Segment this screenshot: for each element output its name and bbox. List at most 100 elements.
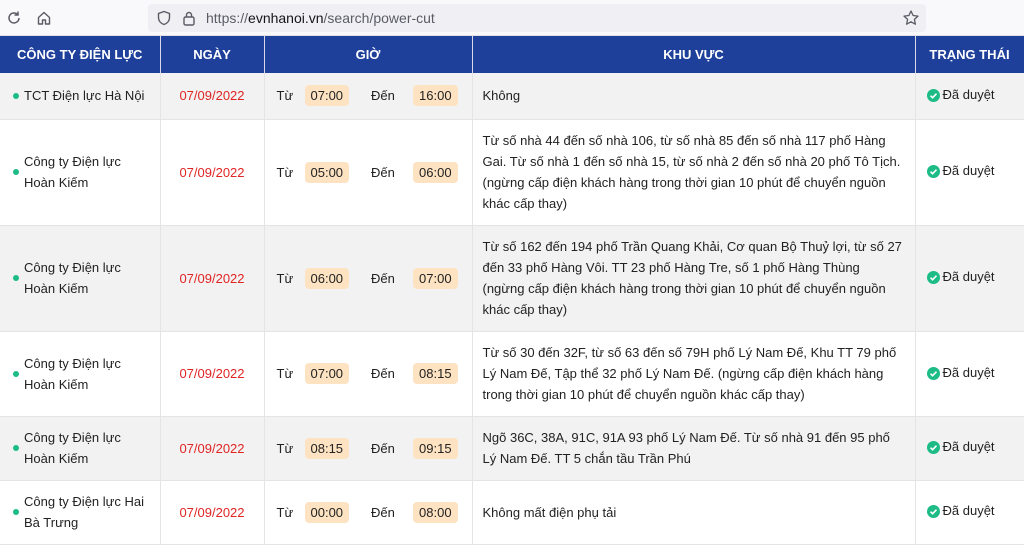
from-label: Từ (276, 270, 294, 286)
company-cell: Công ty Điện lực Hoàn Kiếm (0, 119, 161, 226)
date-cell: 07/09/2022 (160, 480, 265, 545)
from-label: Từ (276, 88, 294, 104)
header-status: TRẠNG THÁI (915, 36, 1024, 73)
check-circle-icon (926, 165, 940, 181)
company-name: Công ty Điện lực Hoàn Kiếm (24, 355, 121, 392)
to-label: Đến (371, 164, 395, 180)
url-prefix: https:// (206, 10, 249, 26)
status-text: Đã duyệt (942, 86, 995, 102)
table-row: Công ty Điện lực Hoàn Kiếm 07/09/2022 Từ… (0, 331, 1024, 417)
from-label: Từ (276, 164, 294, 180)
from-label: Từ (276, 440, 294, 456)
to-time-badge: 08:15 (413, 363, 458, 384)
url-host: evnhanoi.vn (248, 10, 324, 26)
date-cell: 07/09/2022 (160, 416, 265, 481)
to-time-badge: 08:00 (413, 501, 458, 523)
time-cell: Từ 00:00 Đến 08:00 (264, 480, 473, 545)
status-text: Đã duyệt (942, 163, 995, 178)
company-cell: Công ty Điện lực Hoàn Kiếm (0, 225, 161, 332)
company-name: Công ty Điện lực Hoàn Kiếm (24, 260, 121, 296)
area-cell: Không mất điện phụ tải (472, 480, 916, 545)
from-time-badge: 07:00 (304, 363, 350, 384)
refresh-icon[interactable] (0, 4, 28, 32)
company-cell: TCT Điện lực Hà Nội (0, 73, 161, 120)
status-cell: Đã duyệt (915, 331, 1024, 417)
time-cell: Từ 05:00 Đến 06:00 (264, 119, 473, 226)
url-path: /search/power-cut (323, 10, 435, 26)
table-row: Công ty Điện lực Hoàn Kiếm 07/09/2022 Từ… (0, 119, 1024, 226)
time-cell: Từ 07:00 Đến 16:00 (264, 73, 473, 120)
to-label: Đến (371, 366, 395, 381)
from-label: Từ (276, 504, 294, 520)
date-cell: 07/09/2022 (160, 119, 265, 226)
power-cut-table: CÔNG TY ĐIỆN LỰC NGÀY GIỜ KHU VỰC TRẠNG … (0, 36, 1024, 545)
url-text[interactable]: https://evnhanoi.vn/search/power-cut (206, 10, 435, 26)
star-icon[interactable] (902, 9, 920, 32)
table-row: Công ty Điện lực Hoàn Kiếm 07/09/2022 Từ… (0, 225, 1024, 332)
to-time-badge: 07:00 (413, 267, 458, 289)
from-time-badge: 06:00 (304, 267, 350, 289)
table-row: Công ty Điện lực Hai Bà Trưng 07/09/2022… (0, 480, 1024, 545)
status-text: Đã duyệt (942, 439, 995, 454)
header-area: KHU VỰC (472, 36, 916, 73)
date-cell: 07/09/2022 (160, 331, 265, 417)
status-cell: Đã duyệt (915, 119, 1024, 226)
company-cell: Công ty Điện lực Hai Bà Trưng (0, 480, 161, 545)
company-cell: Công ty Điện lực Hoàn Kiếm (0, 416, 161, 481)
status-cell: Đã duyệt (915, 73, 1024, 120)
to-label: Đến (371, 88, 395, 104)
company-cell: Công ty Điện lực Hoàn Kiếm (0, 331, 161, 417)
table-row: Công ty Điện lực Hoàn Kiếm 07/09/2022 Từ… (0, 416, 1024, 481)
check-circle-icon (926, 366, 940, 383)
home-icon[interactable] (30, 4, 58, 32)
header-company: CÔNG TY ĐIỆN LỰC (0, 36, 161, 73)
company-name: Công ty Điện lực Hai Bà Trưng (24, 494, 144, 530)
status-dot-icon (13, 370, 19, 377)
from-time-badge: 00:00 (304, 501, 350, 523)
url-bar[interactable]: https://evnhanoi.vn/search/power-cut (148, 4, 926, 32)
company-name: Công ty Điện lực Hoàn Kiếm (24, 154, 121, 190)
lock-icon[interactable] (182, 10, 196, 31)
date-cell: 07/09/2022 (160, 73, 265, 120)
status-cell: Đã duyệt (915, 416, 1024, 481)
status-cell: Đã duyệt (915, 225, 1024, 332)
check-circle-icon (926, 505, 940, 521)
company-name: Công ty Điện lực Hoàn Kiếm (24, 430, 121, 466)
area-cell: Từ số 30 đến 32F, từ số 63 đến số 79H ph… (472, 331, 916, 417)
check-circle-icon (926, 88, 940, 105)
shield-icon[interactable] (156, 10, 172, 31)
check-circle-icon (926, 441, 940, 457)
time-cell: Từ 06:00 Đến 07:00 (264, 225, 473, 332)
time-cell: Từ 08:15 Đến 09:15 (264, 416, 473, 481)
to-time-badge: 06:00 (413, 161, 458, 183)
table-header-row: CÔNG TY ĐIỆN LỰC NGÀY GIỜ KHU VỰC TRẠNG … (0, 36, 1024, 73)
from-label: Từ (276, 366, 294, 381)
to-time-badge: 16:00 (413, 85, 458, 107)
status-dot-icon (13, 275, 19, 281)
check-circle-icon (926, 271, 940, 287)
status-dot-icon (13, 445, 19, 451)
from-time-badge: 08:15 (304, 437, 350, 459)
browser-toolbar: https://evnhanoi.vn/search/power-cut (0, 0, 1024, 36)
company-name: TCT Điện lực Hà Nội (24, 88, 145, 104)
header-time: GIỜ (264, 36, 473, 73)
status-text: Đã duyệt (942, 364, 995, 380)
from-time-badge: 07:00 (304, 85, 350, 107)
header-date: NGÀY (160, 36, 265, 73)
status-text: Đã duyệt (942, 503, 995, 518)
from-time-badge: 05:00 (304, 161, 350, 183)
area-cell: Từ số 162 đến 194 phố Trần Quang Khải, C… (472, 225, 916, 332)
area-cell: Từ số nhà 44 đến số nhà 106, từ số nhà 8… (472, 119, 916, 226)
status-cell: Đã duyệt (915, 480, 1024, 545)
to-label: Đến (371, 270, 395, 286)
status-dot-icon (13, 92, 19, 99)
date-cell: 07/09/2022 (160, 225, 265, 332)
to-time-badge: 09:15 (413, 437, 458, 459)
status-dot-icon (13, 509, 19, 515)
status-dot-icon (13, 169, 19, 175)
status-text: Đã duyệt (942, 269, 995, 284)
area-cell: Ngõ 36C, 38A, 91C, 91A 93 phố Lý Nam Đế.… (472, 416, 916, 481)
area-cell: Không (472, 73, 916, 120)
to-label: Đến (371, 440, 395, 456)
time-cell: Từ 07:00 Đến 08:15 (264, 331, 473, 417)
